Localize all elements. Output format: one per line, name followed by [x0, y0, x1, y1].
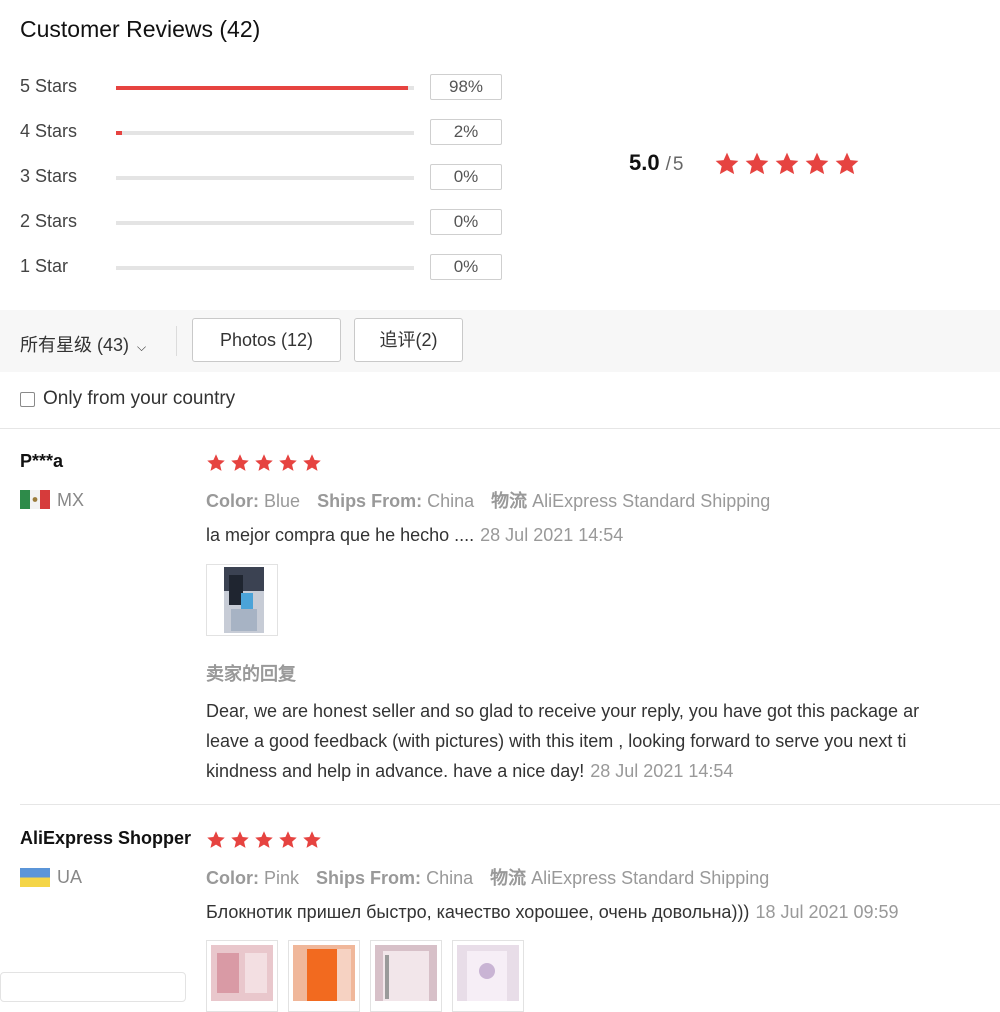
logistics-key: 物流	[491, 491, 528, 511]
color-key: Color:	[206, 868, 259, 888]
review-text-line: Блокнотик пришел быстро, качество хороше…	[206, 902, 899, 923]
review-photo-thumbnail[interactable]	[288, 940, 360, 1012]
divider	[176, 326, 177, 356]
star-icon	[804, 151, 830, 177]
histogram-label: 3 Stars	[20, 166, 78, 186]
all-ratings-dropdown[interactable]: 所有星级 (43) ⌵	[20, 331, 146, 357]
star-icon	[302, 830, 322, 850]
histogram-percent: 0%	[430, 209, 502, 235]
seller-reply-heading: 卖家的回复	[206, 664, 296, 684]
seller-reply-date: 28 Jul 2021 14:54	[590, 761, 734, 781]
review-photo-thumbnail[interactable]	[370, 940, 442, 1012]
histogram-track	[116, 266, 414, 270]
review-attributes: Color: Pink Ships From: China 物流 AliExpr…	[206, 864, 769, 890]
histogram-percent: 98%	[430, 74, 502, 100]
logistics-key: 物流	[490, 868, 527, 888]
histogram-percent: 0%	[430, 164, 502, 190]
histogram-row-1[interactable]: 1 Star 0%	[20, 254, 510, 284]
star-icon	[302, 453, 322, 473]
histogram-row-4[interactable]: 4 Stars 2%	[20, 119, 510, 149]
ukraine-flag-icon	[20, 868, 50, 887]
review-stars	[206, 453, 326, 478]
review-text: la mejor compra que he hecho ....	[206, 525, 475, 545]
reviewer-name: AliExpress Shopper	[20, 828, 192, 848]
country-filter-label: Only from your country	[43, 388, 236, 409]
divider	[0, 428, 1000, 429]
floating-panel-edge	[0, 972, 186, 1002]
review-text-line: la mejor compra que he hecho .... 28 Jul …	[206, 525, 623, 546]
histogram-percent: 0%	[430, 254, 502, 280]
histogram-fill	[116, 86, 409, 90]
reviewer-country: UA	[57, 867, 83, 887]
mexico-flag-icon	[20, 490, 50, 509]
histogram-track	[116, 176, 414, 180]
average-value: 5.0	[629, 150, 660, 175]
filter-bar: 所有星级 (43) ⌵ Photos (12) 追评(2)	[0, 310, 1000, 372]
reviewer-name: P***a	[20, 451, 64, 471]
star-icon	[206, 453, 226, 473]
review-date: 18 Jul 2021 09:59	[755, 902, 899, 922]
seller-reply-line: Dear, we are honest seller and so glad t…	[206, 701, 920, 721]
histogram-label: 4 Stars	[20, 121, 78, 141]
reviews-title: Customer Reviews (42)	[20, 16, 261, 42]
histogram-percent: 2%	[430, 119, 502, 145]
histogram-label: 5 Stars	[20, 76, 78, 96]
followup-filter-button[interactable]: 追评(2)	[354, 318, 463, 362]
ships-from-value: China	[427, 491, 475, 511]
histogram-row-2[interactable]: 2 Stars 0%	[20, 209, 510, 239]
ships-from-value: China	[426, 868, 474, 888]
histogram-label: 1 Star	[20, 256, 69, 276]
color-value: Pink	[264, 868, 300, 888]
star-icon	[714, 151, 740, 177]
reviewer-country: MX	[57, 490, 84, 510]
chevron-down-icon: ⌵	[137, 340, 147, 354]
all-ratings-label: 所有星级 (43)	[20, 335, 130, 355]
review-attributes: Color: Blue Ships From: China 物流 AliExpr…	[206, 487, 770, 513]
color-key: Color:	[206, 491, 259, 511]
seller-reply: Dear, we are honest seller and so glad t…	[206, 696, 1000, 786]
review-photo-thumbnail[interactable]	[452, 940, 524, 1012]
divider	[20, 804, 1000, 805]
logistics-value: AliExpress Standard Shipping	[532, 491, 771, 511]
color-value: Blue	[264, 491, 301, 511]
star-icon	[834, 151, 860, 177]
star-icon	[230, 830, 250, 850]
average-rating: 5.0/5	[629, 150, 683, 184]
star-icon	[206, 830, 226, 850]
country-filter[interactable]: Only from your country	[20, 388, 235, 410]
average-stars	[714, 151, 864, 182]
histogram-label: 2 Stars	[20, 211, 78, 231]
review-photo-thumbnail[interactable]	[206, 940, 278, 1012]
star-icon	[230, 453, 250, 473]
star-icon	[278, 830, 298, 850]
histogram-row-3[interactable]: 3 Stars 0%	[20, 164, 510, 194]
star-icon	[278, 453, 298, 473]
histogram-fill	[116, 131, 122, 135]
seller-reply-line: kindness and help in advance. have a nic…	[206, 761, 585, 781]
review-stars	[206, 830, 326, 855]
star-icon	[774, 151, 800, 177]
photos-filter-button[interactable]: Photos (12)	[192, 318, 341, 362]
rating-separator: /	[665, 154, 671, 175]
star-icon	[254, 453, 274, 473]
histogram-track	[116, 86, 414, 90]
histogram-track	[116, 221, 414, 225]
histogram-row-5[interactable]: 5 Stars 98%	[20, 74, 510, 104]
review-date: 28 Jul 2021 14:54	[480, 525, 624, 545]
review-text: Блокнотик пришел быстро, качество хороше…	[206, 902, 750, 922]
seller-reply-line: leave a good feedback (with pictures) wi…	[206, 731, 907, 751]
country-checkbox[interactable]	[20, 391, 35, 407]
rating-max: 5	[672, 154, 684, 175]
logistics-value: AliExpress Standard Shipping	[531, 868, 770, 888]
star-icon	[254, 830, 274, 850]
review-photo-thumbnail[interactable]	[206, 564, 278, 636]
ships-from-key: Ships From:	[316, 868, 422, 888]
star-icon	[744, 151, 770, 177]
ships-from-key: Ships From:	[317, 491, 423, 511]
histogram-track	[116, 131, 414, 135]
